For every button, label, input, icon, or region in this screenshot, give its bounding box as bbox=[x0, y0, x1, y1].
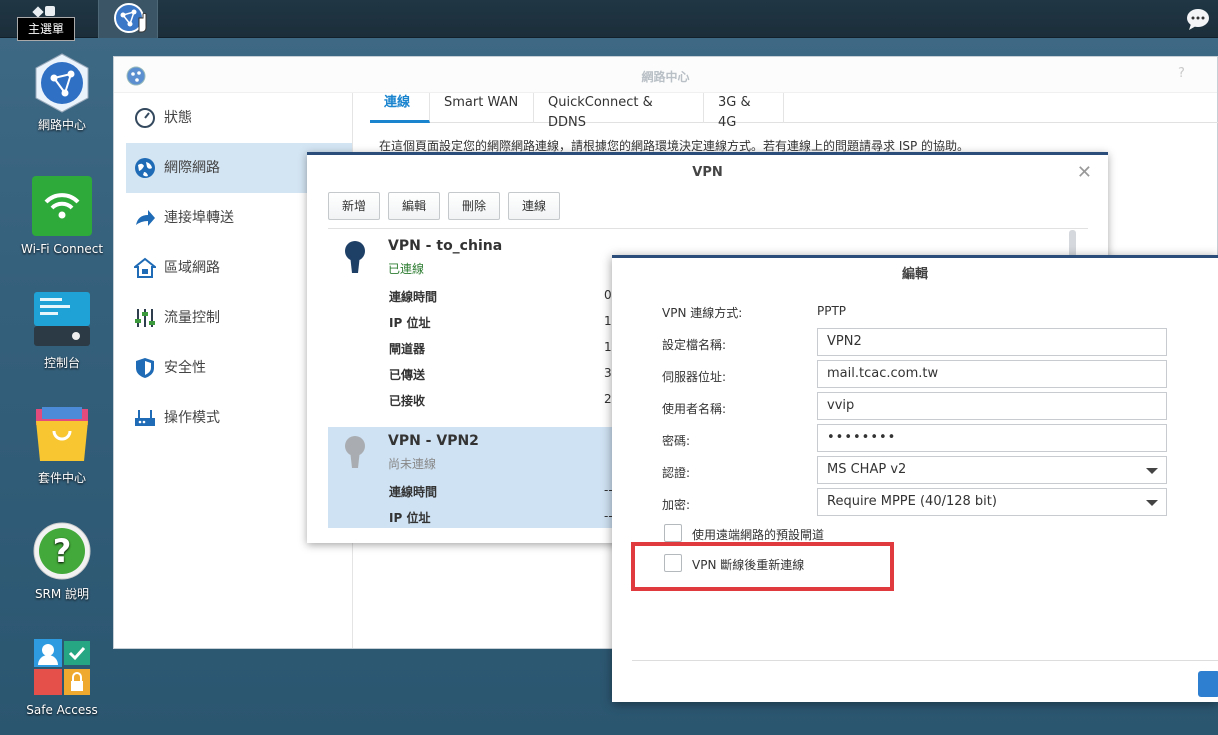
taskbar: 主選單 bbox=[0, 0, 1218, 41]
field-value: 0 bbox=[604, 288, 612, 302]
svg-text:?: ? bbox=[53, 532, 72, 570]
password-input[interactable]: •••••••• bbox=[817, 424, 1167, 452]
tab-quickconnect-ddns[interactable]: QuickConnect & DDNS bbox=[534, 93, 704, 130]
desktop-label: Safe Access bbox=[26, 703, 98, 717]
add-button[interactable]: 新增 bbox=[328, 192, 380, 220]
auth-label: 認證: bbox=[662, 466, 691, 480]
field-label: 連線時間 bbox=[389, 485, 438, 499]
help-button[interactable]: ? bbox=[1178, 66, 1185, 81]
vpn-connection-name: VPN - to_china bbox=[388, 238, 503, 254]
ok-button[interactable] bbox=[1198, 671, 1218, 697]
desktop-label: Wi-Fi Connect bbox=[20, 242, 104, 256]
edit-button[interactable]: 編輯 bbox=[388, 192, 440, 220]
field-label: 閘道器 bbox=[389, 342, 426, 356]
field-label: IP 位址 bbox=[389, 511, 431, 525]
tab-smart-wan[interactable]: Smart WAN bbox=[430, 93, 534, 123]
main-menu-tooltip: 主選單 bbox=[17, 17, 75, 41]
vpn-connection-status: 已連線 bbox=[388, 262, 425, 276]
default-gateway-checkbox[interactable] bbox=[664, 524, 682, 542]
field-value: 1 bbox=[604, 314, 612, 328]
field-value: 1 bbox=[604, 340, 612, 354]
chevron-down-icon bbox=[1146, 468, 1158, 474]
profile-name-label: 設定檔名稱: bbox=[662, 338, 727, 352]
desktop-label: 控制台 bbox=[43, 356, 80, 370]
window-titlebar[interactable]: 網路中心 ? bbox=[114, 57, 1217, 93]
server-address-input[interactable]: mail.tcac.com.tw bbox=[817, 360, 1167, 388]
field-value: 3 bbox=[604, 366, 612, 380]
field-label: 已接收 bbox=[389, 394, 426, 408]
keyhole-icon bbox=[345, 436, 365, 468]
username-label: 使用者名稱: bbox=[662, 402, 727, 416]
help-icon: ? bbox=[32, 521, 92, 581]
desktop-safe-access[interactable]: Safe Access bbox=[7, 637, 117, 717]
default-gateway-checkbox-label: 使用遠端網路的預設閘道 bbox=[692, 528, 825, 542]
chat-icon[interactable] bbox=[1186, 7, 1210, 31]
divider bbox=[632, 660, 1218, 661]
desktop-srm-help[interactable]: ? SRM 說明 bbox=[7, 521, 117, 601]
tab-connection[interactable]: 連線 bbox=[370, 93, 430, 123]
server-address-label: 伺服器位址: bbox=[662, 370, 727, 384]
network-center-icon bbox=[114, 3, 147, 33]
globe-icon bbox=[135, 158, 155, 178]
encryption-label: 加密: bbox=[662, 498, 691, 512]
vpn-method-label: VPN 連線方式: bbox=[662, 306, 743, 320]
shield-icon bbox=[136, 358, 154, 378]
tab-3g-4g[interactable]: 3G & 4G bbox=[704, 93, 784, 130]
vpn-dialog-titlebar: VPN ✕ bbox=[307, 155, 1108, 191]
network-center-icon bbox=[32, 52, 92, 113]
vpn-connection-status: 尚未連線 bbox=[388, 457, 437, 471]
sidebar-item-label: 操作模式 bbox=[164, 410, 220, 426]
desktop-network-center[interactable]: 網路中心 bbox=[7, 52, 117, 132]
sidebar-item-label: 連接埠轉送 bbox=[164, 210, 234, 226]
connect-button[interactable]: 連線 bbox=[508, 192, 560, 220]
sidebar-item-label: 網際網路 bbox=[164, 160, 220, 176]
keyhole-icon bbox=[345, 241, 365, 273]
auth-select[interactable]: MS CHAP v2 bbox=[817, 456, 1167, 484]
router-icon bbox=[135, 410, 155, 426]
edit-dialog-title: 編輯 bbox=[901, 267, 928, 282]
wifi-icon bbox=[32, 176, 92, 236]
vpn-method-value: PPTP bbox=[817, 304, 847, 318]
sliders-icon bbox=[135, 309, 155, 327]
close-icon[interactable]: ✕ bbox=[1077, 155, 1092, 191]
desktop-label: 網路中心 bbox=[37, 118, 86, 132]
highlight-box bbox=[631, 542, 894, 591]
control-panel-icon bbox=[32, 290, 92, 350]
auth-select-value: MS CHAP v2 bbox=[827, 462, 907, 477]
sidebar-item-label: 狀態 bbox=[164, 110, 192, 126]
desktop-label: 套件中心 bbox=[37, 471, 86, 485]
delete-button[interactable]: 刪除 bbox=[448, 192, 500, 220]
tab-bar: 連線 Smart WAN QuickConnect & DDNS 3G & 4G bbox=[370, 93, 1218, 130]
desktop-label: SRM 說明 bbox=[34, 587, 90, 601]
desktop-wifi-connect[interactable]: Wi-Fi Connect bbox=[7, 176, 117, 256]
sidebar-item-label: 安全性 bbox=[164, 360, 206, 376]
vpn-dialog-title: VPN bbox=[692, 165, 723, 180]
window-title: 網路中心 bbox=[641, 70, 690, 84]
gauge-icon bbox=[135, 108, 155, 128]
taskbar-network-center-button[interactable] bbox=[98, 0, 158, 38]
sidebar-item-label: 區域網路 bbox=[164, 260, 220, 276]
desktop-package-center[interactable]: 套件中心 bbox=[7, 405, 117, 485]
forward-arrow-icon bbox=[136, 210, 155, 226]
field-value: 2 bbox=[604, 392, 612, 406]
desktop-control-panel[interactable]: 控制台 bbox=[7, 290, 117, 370]
encryption-select-value: Require MPPE (40/128 bit) bbox=[827, 494, 997, 509]
safe-access-icon bbox=[32, 637, 92, 697]
field-label: IP 位址 bbox=[389, 316, 431, 330]
package-center-icon bbox=[32, 405, 92, 465]
vpn-connection-name: VPN - VPN2 bbox=[388, 433, 479, 449]
sidebar-item-status[interactable]: 狀態 bbox=[114, 93, 352, 143]
field-label: 連線時間 bbox=[389, 290, 438, 304]
home-network-icon bbox=[134, 257, 156, 278]
edit-dialog: 編輯 VPN 連線方式: PPTP 設定檔名稱: VPN2 伺服器位址: mai… bbox=[612, 255, 1218, 702]
chevron-down-icon bbox=[1146, 500, 1158, 506]
password-label: 密碼: bbox=[662, 434, 691, 448]
encryption-select[interactable]: Require MPPE (40/128 bit) bbox=[817, 488, 1167, 516]
profile-name-input[interactable]: VPN2 bbox=[817, 328, 1167, 356]
username-input[interactable]: vvip bbox=[817, 392, 1167, 420]
sidebar-item-label: 流量控制 bbox=[164, 310, 220, 326]
field-label: 已傳送 bbox=[389, 368, 426, 382]
